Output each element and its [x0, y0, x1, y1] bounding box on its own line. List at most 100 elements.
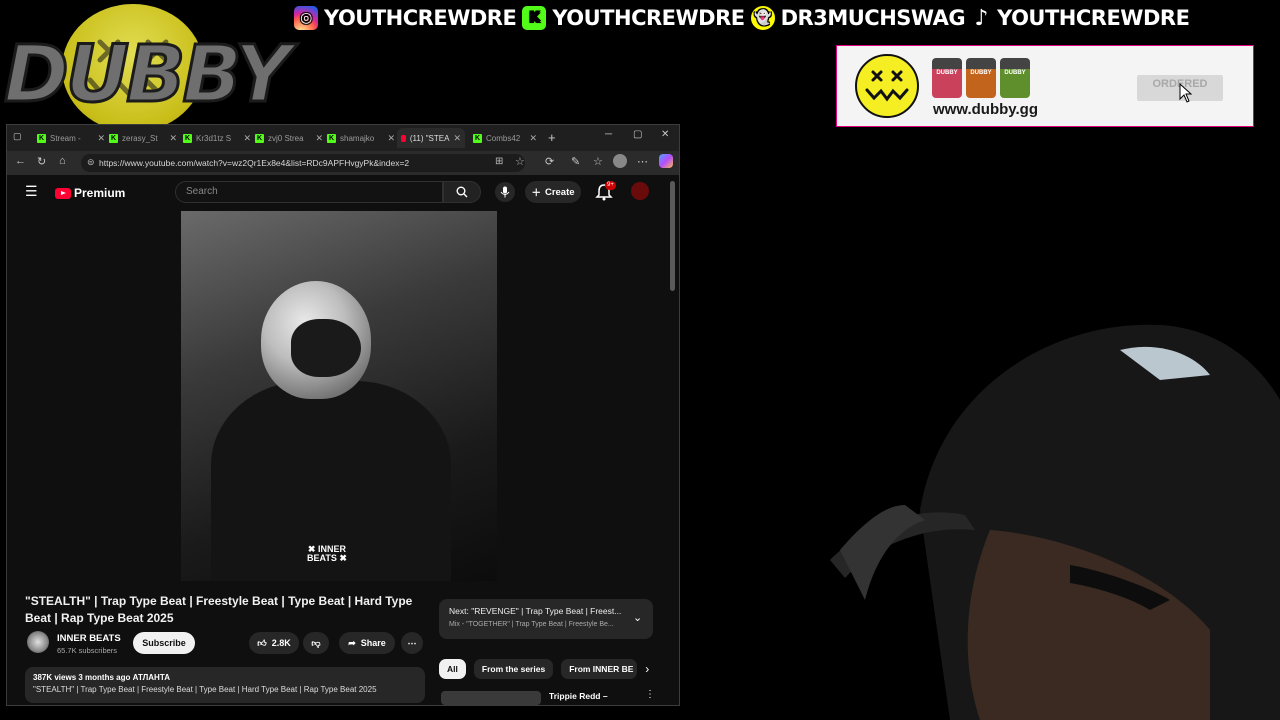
product-tubs-image: DUBBY DUBBY DUBBY [932, 56, 1032, 100]
voice-search-button[interactable] [495, 182, 515, 202]
back-icon[interactable]: ← [15, 155, 26, 167]
webcam-headphone-band [840, 505, 925, 600]
video-watermark: ✖ INNER BEATS ✖ [307, 545, 347, 563]
url-text: https://www.youtube.com/watch?v=wz2Qr1Ex… [99, 158, 410, 168]
close-tab-icon[interactable]: ✕ [243, 133, 251, 144]
recommended-more-icon[interactable]: ⋮ [645, 689, 655, 700]
browser-tab[interactable]: K Kr3d1tz S ✕ [183, 128, 251, 148]
more-options-icon[interactable]: ⋯ [637, 155, 648, 168]
channel-name[interactable]: INNER BEATS [57, 633, 121, 644]
browser-tab[interactable]: Kzvj0 Strea ✕ [255, 128, 323, 148]
like-button[interactable]: 👍︎ 2.8K [249, 632, 299, 654]
profile-avatar[interactable] [613, 154, 627, 168]
kick-icon: K [327, 133, 336, 143]
browser-tab[interactable]: K Stream - ✕ [37, 128, 105, 148]
favorites-icon[interactable]: ☆ [593, 155, 603, 168]
webcam-feed [830, 324, 1280, 720]
share-button[interactable]: ➦ Share [339, 632, 395, 654]
chip-from-the-series[interactable]: From the series [473, 659, 554, 679]
share-label: Share [360, 638, 386, 648]
search-input[interactable]: Search [175, 181, 443, 203]
menu-hamburger-icon[interactable]: ☰ [25, 183, 38, 200]
home-icon[interactable]: ⌂ [59, 155, 66, 167]
microphone-icon [500, 186, 510, 198]
thumbs-up-icon: 👍︎ [257, 637, 267, 648]
refresh-extension-icon[interactable]: ⟳ [545, 155, 554, 168]
search-button[interactable] [443, 181, 481, 203]
close-tab-icon[interactable]: ✕ [387, 133, 395, 144]
tab-label: shamajko [340, 133, 375, 143]
recommended-video-thumbnail[interactable] [441, 691, 541, 705]
product-tub: DUBBY [966, 58, 996, 98]
social-handles-bar: ◎ YOUTHCREWDRE K YOUTHCREWDRE 👻 DR3MUCHS… [292, 4, 1190, 32]
browser-window: ▢ K Stream - ✕ Kzerasy_St ✕ K Kr3d1tz S ✕ Kz… [6, 124, 680, 706]
copilot-icon[interactable] [659, 154, 673, 168]
mouse-cursor-icon [1179, 83, 1193, 103]
description-text: "STEALTH" | Trap Type Beat | Freestyle B… [33, 685, 377, 694]
chip-from-channel[interactable]: From INNER BE [561, 659, 638, 679]
tab-label: zerasy_St [122, 133, 158, 143]
tab-label: (11) "STEA [409, 133, 450, 143]
playlist-next-card[interactable]: Next: "REVENGE" | Trap Type Beat | Frees… [439, 599, 653, 639]
maximize-icon[interactable]: ▢ [633, 129, 642, 140]
favorite-star-icon[interactable]: ☆ [515, 155, 525, 168]
social-handle-snapchat: DR3MUCHSWAG [780, 6, 966, 30]
kick-icon: K [473, 133, 482, 143]
video-description-box[interactable]: 387K views 3 months ago АТЛАНТА "STEALTH… [25, 667, 425, 703]
new-tab-icon[interactable]: + [548, 130, 556, 145]
social-handle-kick: YOUTHCREWDRE [552, 6, 745, 30]
reload-icon[interactable]: ↻ [37, 155, 46, 168]
address-bar[interactable]: ⊜ https://www.youtube.com/watch?v=wz2Qr1… [81, 154, 525, 172]
subscribe-button[interactable]: Subscribe [133, 632, 195, 654]
tab-label: Combs42 [486, 133, 521, 143]
create-label: Create [544, 186, 575, 198]
browser-tab[interactable]: Kzerasy_St ✕ [109, 128, 177, 148]
chevron-down-icon[interactable]: ⌄ [633, 611, 642, 624]
thumbs-down-icon: 👎︎ [311, 637, 321, 648]
dislike-button[interactable]: 👎︎ [303, 632, 329, 654]
more-actions-button[interactable]: ⋯ [401, 632, 423, 654]
app-available-icon[interactable]: ⊞ [495, 156, 503, 167]
kick-icon: K [255, 133, 264, 143]
close-tab-icon[interactable]: ✕ [169, 133, 177, 144]
sponsor-ad-card: DUBBY DUBBY DUBBY www.dubby.gg ORDERED [836, 45, 1254, 127]
site-info-icon[interactable]: ⊜ [87, 157, 95, 168]
chip-all[interactable]: All [439, 659, 466, 679]
ad-url-text: www.dubby.gg [933, 101, 1038, 118]
address-bar-row: ← ↻ ⌂ ⊜ https://www.youtube.com/watch?v=… [7, 151, 679, 175]
close-tab-icon[interactable]: ✕ [97, 133, 105, 144]
account-avatar[interactable] [631, 182, 649, 200]
kick-icon: K [520, 4, 549, 32]
dubby-smiley-icon [855, 54, 919, 118]
close-tab-icon[interactable]: ✕ [529, 133, 537, 144]
browser-tab[interactable]: Kshamajko ✕ [327, 128, 395, 148]
tab-label: Stream - [50, 133, 81, 143]
close-tab-icon[interactable]: ✕ [315, 133, 323, 144]
next-video-title: Next: "REVENGE" | Trap Type Beat | Frees… [449, 606, 622, 616]
kick-icon: K [183, 133, 192, 143]
close-tab-icon[interactable]: ✕ [453, 133, 461, 144]
extension-icon[interactable]: ✎ [571, 155, 580, 168]
video-title: "STEALTH" | Trap Type Beat | Freestyle B… [25, 594, 413, 625]
minimize-icon[interactable]: ─ [605, 129, 612, 140]
chevron-right-icon[interactable]: › [645, 659, 649, 679]
youtube-premium-logo[interactable]: Premium [55, 186, 125, 200]
share-icon: ➦ [348, 637, 356, 648]
search-icon [456, 186, 468, 198]
browser-tab-active[interactable]: (11) "STEA ✕ [397, 128, 465, 148]
youtube-play-icon [55, 187, 71, 199]
recommended-video-title[interactable]: Trippie Redd – [549, 691, 608, 701]
create-button[interactable]: ＋ Create [525, 181, 581, 203]
more-horizontal-icon: ⋯ [407, 637, 417, 648]
tab-actions-icon[interactable]: ▢ [13, 131, 22, 142]
channel-avatar[interactable] [27, 631, 49, 653]
kick-icon: K [37, 133, 46, 143]
notification-badge: 9+ [605, 181, 616, 190]
close-window-icon[interactable]: ✕ [661, 129, 669, 140]
video-frame-visor [291, 319, 361, 377]
video-player[interactable]: ✖ INNER BEATS ✖ [181, 211, 497, 581]
youtube-icon [401, 134, 406, 142]
browser-tab[interactable]: K Combs42 ✕ [473, 128, 537, 148]
tab-label: zvj0 Strea [268, 133, 304, 143]
page-scrollbar[interactable] [670, 181, 675, 291]
